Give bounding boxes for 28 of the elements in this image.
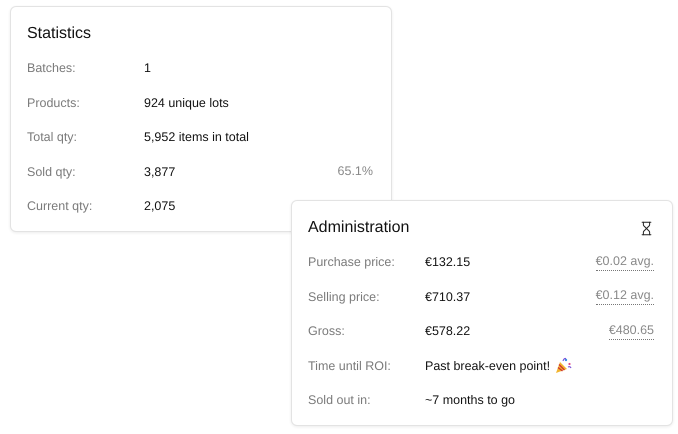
hourglass-icon[interactable] [639, 220, 654, 236]
field-label: Purchase price: [308, 255, 395, 270]
field-label: Current qty: [27, 199, 92, 214]
field-value: 2,075 [144, 199, 176, 214]
field-label: Gross: [308, 324, 345, 338]
secondary-value: 65.1% [338, 164, 373, 180]
field-label: Time until ROI: [308, 358, 391, 373]
field-label: Batches: [27, 61, 76, 76]
field-label: Products: [27, 96, 80, 110]
field-value: 5,952 items in total [144, 130, 249, 144]
secondary-value: €0.12 avg. [596, 288, 654, 306]
field-label: Total qty: [27, 130, 78, 144]
field-label: Sold qty: [27, 164, 76, 179]
field-value: €710.37 [425, 290, 470, 304]
secondary-value: €480.65 [608, 322, 654, 340]
field-value: 1 [144, 61, 151, 76]
card-title: Administration [308, 219, 410, 237]
field-label: Sold out in: [308, 393, 371, 408]
field-value: 924 unique lots [144, 96, 229, 110]
card-title: Statistics [27, 25, 92, 43]
field-value: €578.22 [425, 324, 470, 338]
party-popper-icon [554, 356, 572, 375]
field-value: Past break-even point! [425, 358, 550, 373]
secondary-value: €0.02 avg. [596, 254, 654, 271]
field-label: Selling price: [308, 290, 380, 304]
field-value: €132.15 [425, 255, 470, 270]
field-value: 3,877 [144, 164, 176, 179]
field-value: ~7 months to go [425, 393, 515, 408]
